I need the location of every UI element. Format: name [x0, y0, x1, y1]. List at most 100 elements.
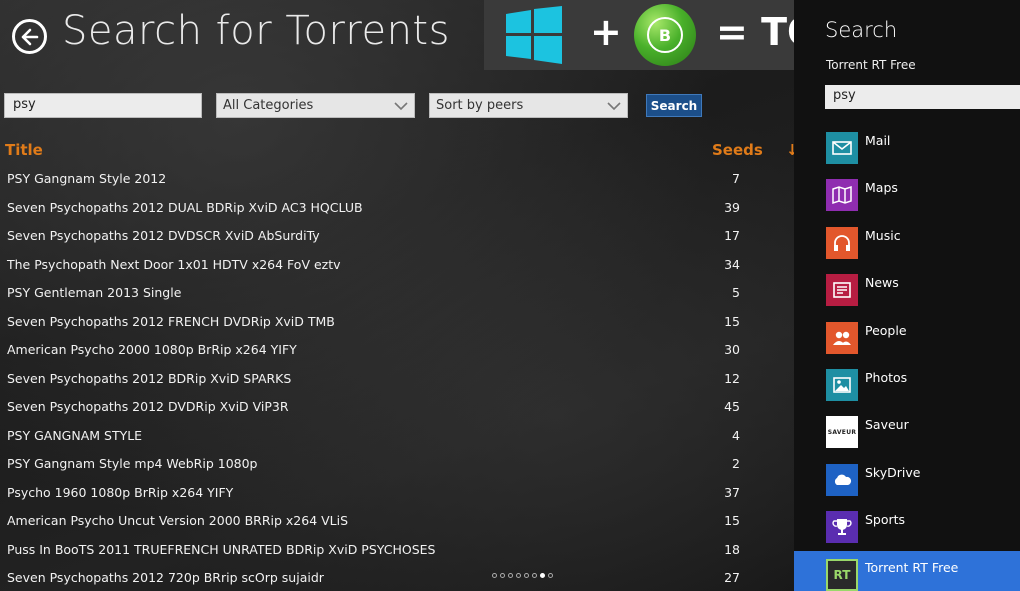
row-seeds: 7 [732, 171, 740, 186]
bittorrent-logo-inner: B [647, 17, 683, 53]
row-title: PSY GANGNAM STYLE [7, 427, 143, 443]
table-row[interactable]: American Psycho Uncut Version 2000 BRRip… [0, 506, 794, 535]
news-icon [826, 274, 858, 307]
column-header-title[interactable]: Title [5, 141, 43, 159]
row-seeds: 5 [732, 285, 740, 300]
row-seeds: 2 [732, 456, 740, 471]
table-row[interactable]: PSY Gangnam Style 2012 7 [0, 164, 794, 193]
row-seeds: 4 [732, 427, 740, 443]
table-row[interactable]: Psycho 1960 1080p BrRip x264 YIFY 37 [0, 478, 794, 507]
row-title: PSY Gangnam Style 2012 [7, 171, 167, 186]
table-row[interactable]: Puss In BooTS 2011 TRUEFRENCH UNRATED BD… [0, 535, 794, 564]
page-dot[interactable] [500, 573, 505, 578]
table-row[interactable]: PSY Gentleman 2013 Single 5 [0, 278, 794, 307]
row-seeds: 34 [724, 256, 740, 272]
people-icon [826, 321, 858, 354]
row-title: American Psycho 2000 1080p BrRip x264 YI… [7, 342, 297, 357]
row-title: Seven Psychopaths 2012 DUAL BDRip XviD A… [7, 199, 363, 215]
page-dot[interactable] [540, 573, 545, 578]
charm-app-label: SkyDrive [865, 464, 921, 480]
table-row[interactable]: PSY Gangnam Style mp4 WebRip 1080p 2 [0, 449, 794, 478]
promo-banner: + B = TO [484, 0, 794, 70]
charm-app-news[interactable]: News [794, 266, 1020, 313]
charm-app-label: Saveur [865, 417, 909, 433]
charm-scope[interactable]: Torrent RT Free [826, 58, 916, 72]
category-select[interactable]: All Categories [216, 93, 415, 118]
charm-app-label: Music [865, 227, 901, 243]
photos-icon [826, 368, 858, 401]
row-title: Puss In BooTS 2011 TRUEFRENCH UNRATED BD… [7, 541, 436, 557]
charm-app-label: Torrent RT Free [865, 559, 959, 575]
table-row[interactable]: Seven Psychopaths 2012 720p BRrip scOrp … [0, 563, 794, 591]
table-row[interactable]: PSY GANGNAM STYLE 4 [0, 421, 794, 450]
trophy-icon [826, 511, 858, 544]
page-title: Search for Torrents [62, 8, 450, 54]
saveur-icon: SAVEUR [826, 416, 858, 449]
page-dot[interactable] [492, 573, 497, 578]
table-row[interactable]: Seven Psychopaths 2012 DUAL BDRip XviD A… [0, 193, 794, 222]
sort-select-value: Sort by peers [436, 98, 524, 113]
charm-app-label: Sports [865, 512, 906, 528]
row-title: Seven Psychopaths 2012 BDRip XviD SPARKS [7, 370, 292, 386]
table-row[interactable]: American Psycho 2000 1080p BrRip x264 YI… [0, 335, 794, 364]
banner-equals: = TO [716, 10, 794, 54]
charm-app-saveur[interactable]: SAVEUR Saveur [794, 408, 1020, 455]
row-seeds: 45 [724, 399, 740, 414]
row-title: PSY Gentleman 2013 Single [7, 285, 182, 300]
row-seeds: 37 [724, 484, 740, 500]
banner-plus: + [590, 10, 622, 54]
row-seeds: 17 [724, 228, 740, 243]
row-seeds: 39 [724, 199, 740, 215]
charm-app-mail[interactable]: Mail [794, 124, 1020, 171]
category-select-value: All Categories [223, 98, 314, 113]
page-dot[interactable] [516, 573, 521, 578]
charm-search-input[interactable]: psy [825, 85, 1020, 109]
row-seeds: 15 [724, 313, 740, 329]
table-row[interactable]: Seven Psychopaths 2012 DVDSCR XviD AbSur… [0, 221, 794, 250]
table-row[interactable]: Seven Psychopaths 2012 BDRip XviD SPARKS… [0, 364, 794, 393]
charm-app-maps[interactable]: Maps [794, 171, 1020, 218]
windows-logo-icon [506, 6, 562, 64]
results-list: PSY Gangnam Style 2012 7 Seven Psychopaths… [0, 164, 794, 591]
row-seeds: 30 [724, 342, 740, 357]
charm-app-sports[interactable]: Sports [794, 503, 1020, 550]
chevron-down-icon [394, 101, 408, 110]
charm-app-people[interactable]: People [794, 314, 1020, 361]
row-seeds: 27 [724, 570, 740, 585]
page-dot[interactable] [548, 573, 553, 578]
cloud-icon [826, 463, 858, 496]
charm-app-label: Maps [865, 180, 898, 196]
table-row[interactable]: Seven Psychopaths 2012 FRENCH DVDRip Xvi… [0, 307, 794, 336]
row-title: Seven Psychopaths 2012 DVDRip XviD ViP3R [7, 399, 289, 414]
maps-icon [826, 179, 858, 212]
charm-app-label: People [865, 322, 907, 338]
row-title: Psycho 1960 1080p BrRip x264 YIFY [7, 484, 234, 500]
page-dot[interactable] [532, 573, 537, 578]
table-row[interactable]: Seven Psychopaths 2012 DVDRip XviD ViP3R… [0, 392, 794, 421]
page-dot[interactable] [524, 573, 529, 578]
search-input[interactable]: psy [4, 93, 202, 118]
sort-select[interactable]: Sort by peers [429, 93, 628, 118]
row-seeds: 12 [724, 370, 740, 386]
column-header-peers[interactable]: ↓ [786, 141, 794, 159]
charm-app-label: Mail [865, 133, 891, 148]
saveur-tile-text: SAVEUR [827, 428, 857, 436]
headphones-icon [826, 226, 858, 259]
search-button[interactable]: Search [646, 94, 702, 117]
charm-app-list: Mail Maps Music News People Photos SAVEUR Saveu… [794, 124, 1020, 591]
back-button[interactable] [12, 19, 47, 54]
row-title: American Psycho Uncut Version 2000 BRRip… [7, 513, 349, 528]
torrent-app: Search for Torrents + B = TO psy All Cat… [0, 0, 794, 591]
charm-app-music[interactable]: Music [794, 219, 1020, 266]
bittorrent-logo-icon: B [634, 4, 696, 66]
row-title: Seven Psychopaths 2012 720p BRrip scOrp … [7, 570, 324, 585]
charm-app-photos[interactable]: Photos [794, 361, 1020, 408]
charm-app-torrent-rt-free[interactable]: RT Torrent RT Free [794, 550, 1020, 591]
charm-app-label: Photos [865, 369, 908, 385]
page-dot[interactable] [508, 573, 513, 578]
table-row[interactable]: The Psychopath Next Door 1x01 HDTV x264 … [0, 250, 794, 279]
charm-app-skydrive[interactable]: SkyDrive [794, 456, 1020, 503]
row-title: Seven Psychopaths 2012 DVDSCR XviD AbSur… [7, 228, 320, 243]
search-charm: Search Torrent RT Free psy Mail Maps Music… [794, 0, 1020, 591]
column-header-seeds[interactable]: Seeds [712, 141, 763, 159]
